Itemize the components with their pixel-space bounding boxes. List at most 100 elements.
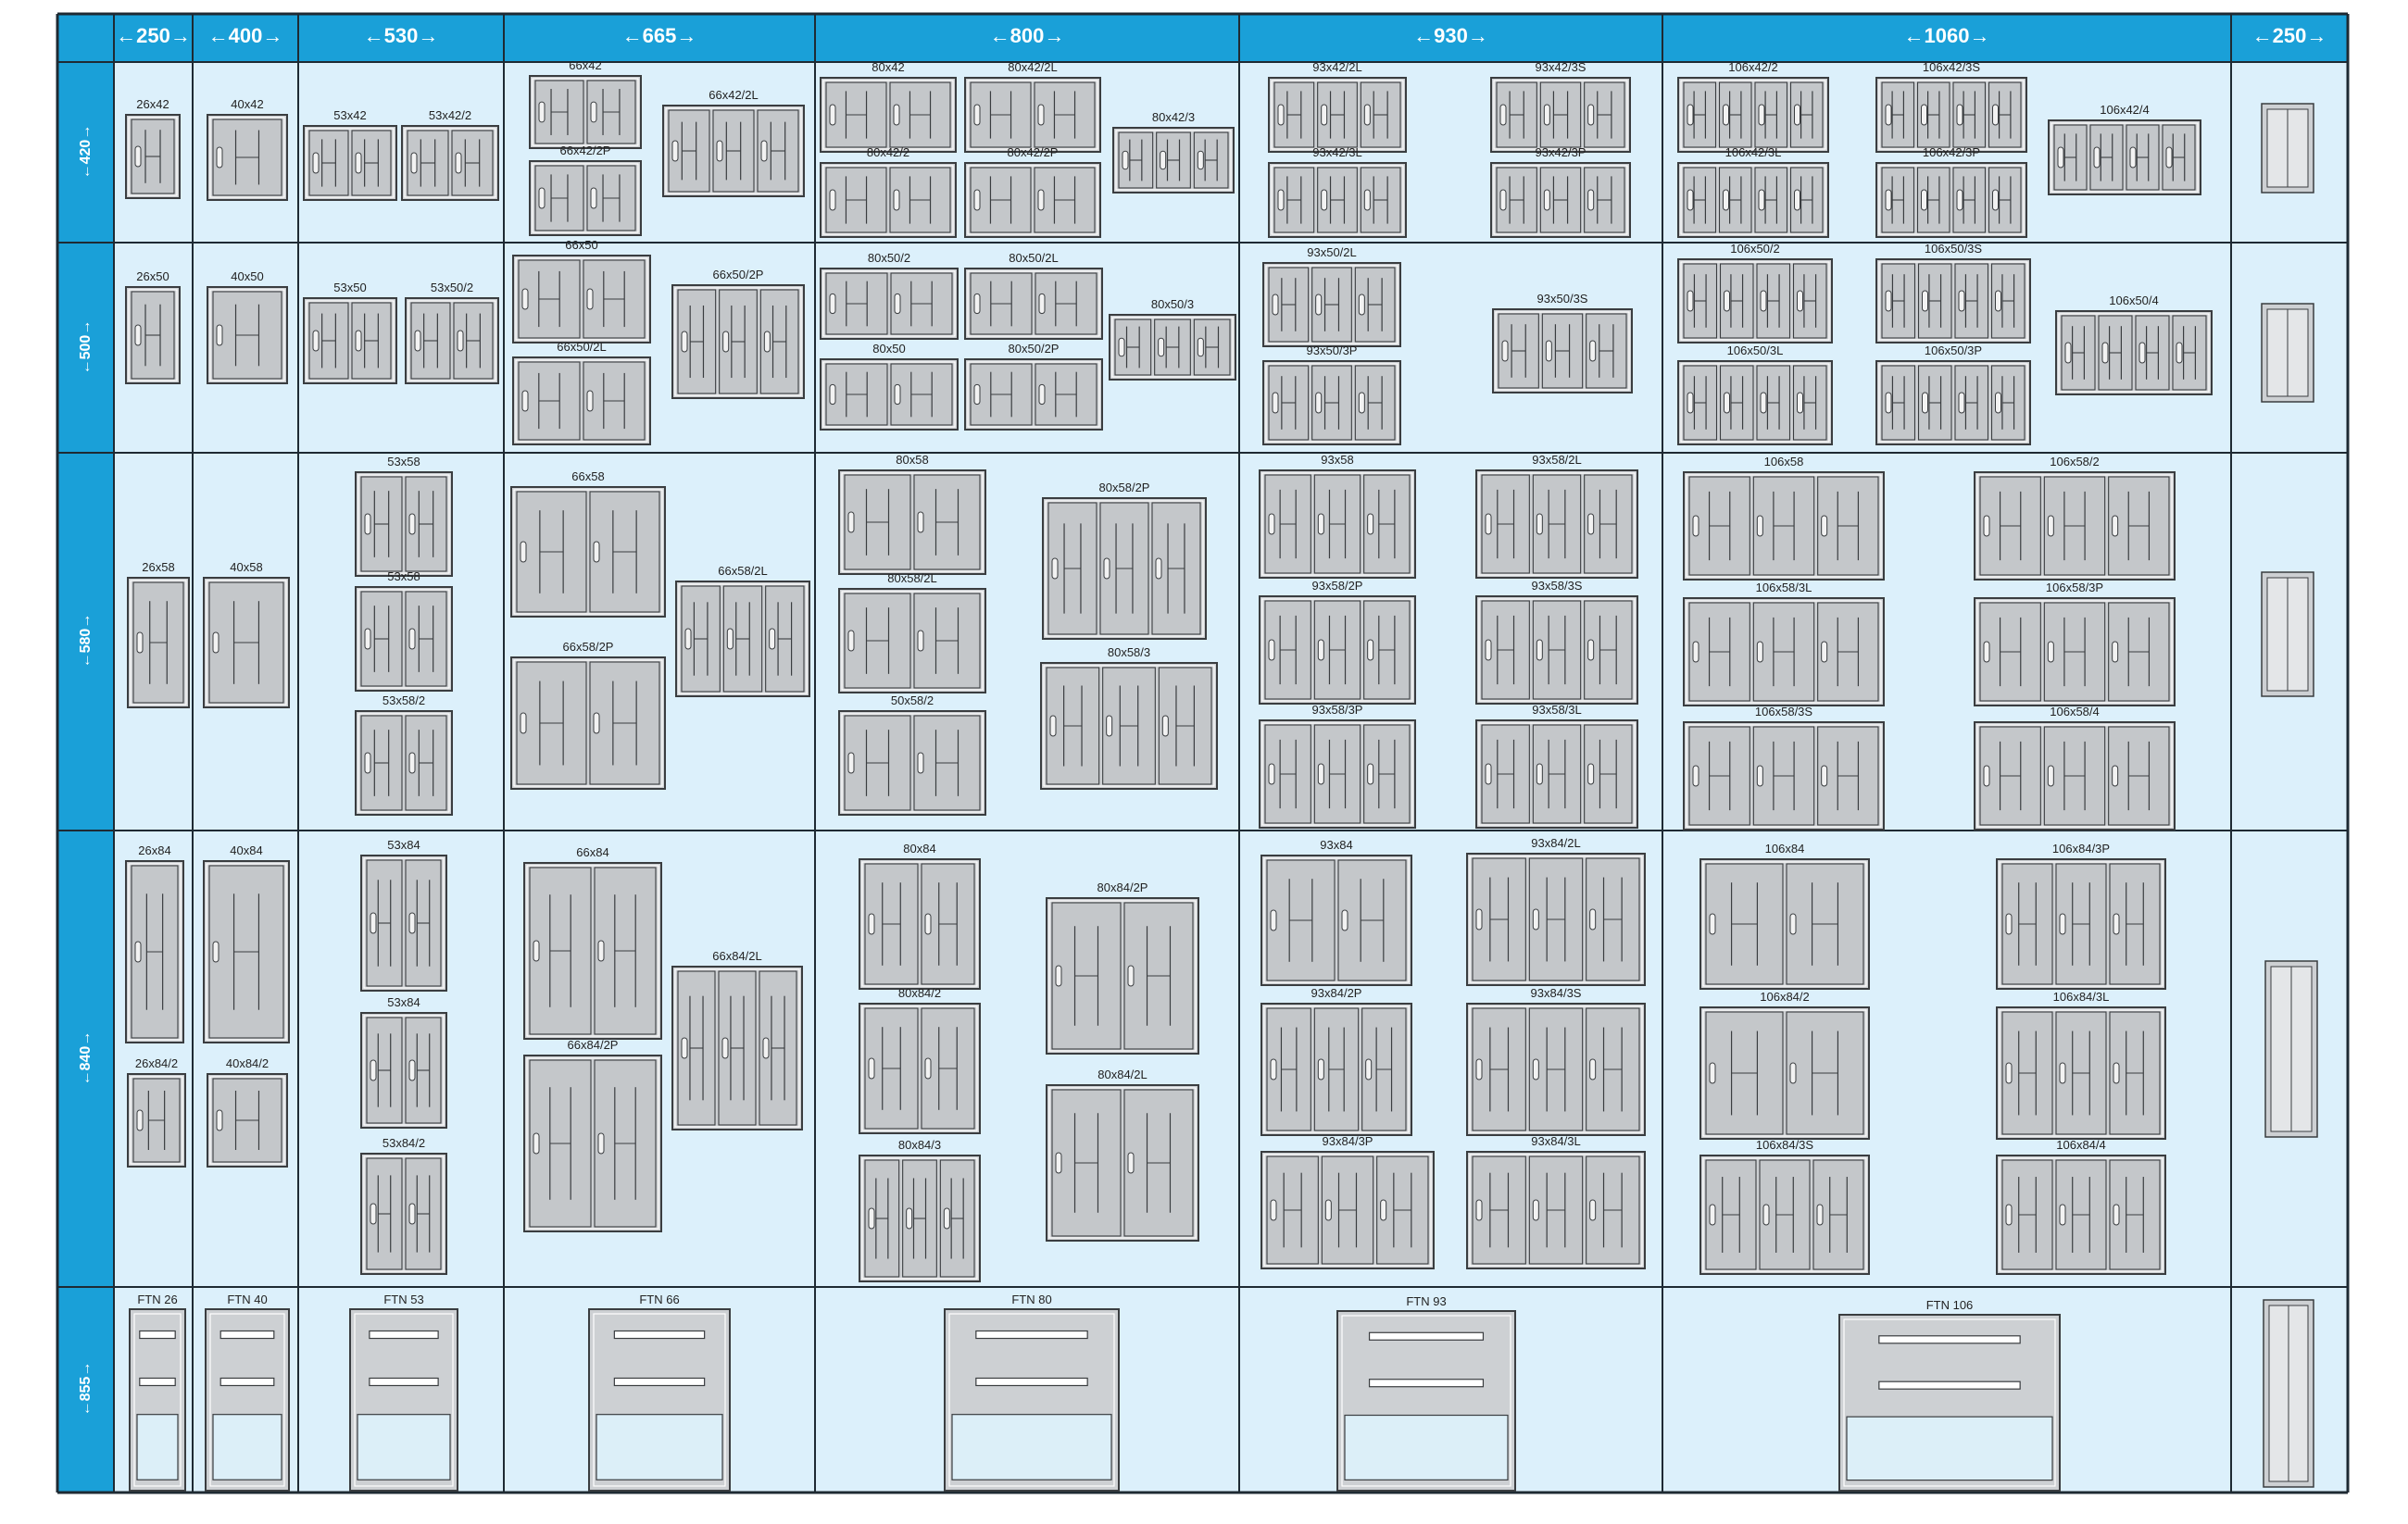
size-label: 106x84/2 — [1760, 990, 1810, 1004]
enclosure-drawing — [1683, 597, 1885, 706]
enclosure-drawing — [355, 586, 453, 692]
size-label: 80x84/2L — [1097, 1068, 1148, 1081]
width-header-3: ←665→ — [621, 24, 697, 47]
enclosure-drawing — [523, 862, 662, 1040]
size-label: 26x58 — [142, 560, 175, 574]
enclosure-drawing — [529, 75, 642, 149]
width-header-5: ←930→ — [1413, 24, 1488, 47]
size-label: 80x58/2P — [1098, 481, 1150, 494]
size-label: 106x58/3P — [2045, 581, 2104, 594]
enclosure-drawing — [2048, 119, 2201, 195]
height-header-4: ←855→ — [77, 1361, 94, 1417]
enclosure-drawing — [1875, 360, 2031, 445]
ftn-cabinet-drawing — [349, 1308, 458, 1492]
enclosure-drawing — [510, 656, 666, 790]
enclosure-drawing — [1490, 77, 1631, 153]
enclosure-drawing — [1475, 595, 1638, 705]
size-label: 53x84 — [387, 995, 420, 1009]
size-label: 106x84/3P — [2051, 842, 2111, 856]
enclosure-drawing — [859, 858, 981, 990]
size-label: 80x42/2P — [1007, 145, 1059, 159]
enclosure-size-chart — [56, 12, 2350, 1494]
enclosure-drawing — [207, 114, 288, 201]
size-label: 93x58/2P — [1311, 579, 1363, 593]
enclosure-drawing — [303, 297, 397, 384]
size-label: 93x50/2L — [1307, 245, 1357, 259]
ftn-cabinet-drawing — [1336, 1310, 1516, 1492]
size-label: 40x50 — [231, 269, 264, 283]
size-label: 66x42/2L — [709, 88, 759, 102]
enclosure-drawing — [1699, 1006, 1870, 1140]
width-header-0: ←250→ — [116, 24, 191, 47]
size-label: 53x42 — [333, 108, 367, 122]
size-label: 66x50/2P — [712, 268, 764, 281]
enclosure-drawing — [355, 471, 453, 577]
enclosure-drawing — [1475, 719, 1638, 829]
size-label: FTN 66 — [639, 1293, 680, 1306]
enclosure-drawing — [207, 286, 288, 384]
enclosure-drawing — [1268, 162, 1407, 238]
enclosure-drawing — [1260, 1003, 1412, 1136]
side-panel-drawing — [2261, 303, 2314, 403]
size-label: 66x58/2L — [718, 564, 768, 578]
size-label: 26x84 — [138, 843, 171, 857]
enclosure-drawing — [360, 1153, 447, 1275]
size-label: 93x58/3L — [1532, 703, 1582, 717]
size-label: 106x50/4 — [2109, 294, 2159, 307]
enclosure-drawing — [964, 268, 1103, 340]
ftn-cabinet-drawing — [944, 1308, 1120, 1492]
size-label: 80x58/3 — [1107, 645, 1151, 659]
size-label: 80x42/2 — [866, 145, 910, 159]
enclosure-drawing — [859, 1155, 981, 1282]
size-label: 93x84 — [1320, 838, 1353, 852]
size-label: 26x50 — [136, 269, 169, 283]
enclosure-drawing — [1466, 853, 1646, 986]
enclosure-drawing — [127, 577, 190, 708]
enclosure-drawing — [662, 105, 805, 197]
enclosure-drawing — [1677, 77, 1829, 153]
height-header-bar — [57, 14, 114, 1493]
enclosure-drawing — [303, 125, 397, 201]
side-panel-drawing — [2264, 960, 2318, 1138]
size-label: 80x84/2 — [897, 986, 942, 1000]
enclosure-drawing — [1259, 469, 1416, 579]
side-panel-drawing — [2261, 103, 2314, 194]
enclosure-drawing — [1262, 360, 1401, 445]
enclosure-drawing — [1046, 1084, 1199, 1242]
enclosure-drawing — [838, 588, 986, 693]
size-label: 80x50/2P — [1008, 342, 1060, 356]
enclosure-drawing — [1683, 721, 1885, 831]
height-header-2: ←580→ — [77, 613, 94, 668]
enclosure-drawing — [1996, 1155, 2166, 1275]
enclosure-drawing — [1677, 162, 1829, 238]
enclosure-drawing — [675, 581, 810, 697]
size-label: 53x58 — [387, 569, 420, 583]
size-label: 80x50/2 — [867, 251, 911, 265]
enclosure-drawing — [1974, 471, 2176, 581]
size-label: 93x50/3S — [1536, 292, 1588, 306]
size-label: 40x84/2 — [225, 1056, 270, 1070]
side-panel-drawing — [2261, 571, 2314, 697]
size-label: 66x58 — [571, 469, 605, 483]
size-label: 53x58/2 — [382, 693, 426, 707]
size-label: 53x50/2 — [430, 281, 474, 294]
size-label: 106x58/4 — [2050, 705, 2100, 718]
size-label: 80x50 — [872, 342, 906, 356]
size-label: 66x42 — [569, 58, 602, 72]
size-label: FTN 53 — [383, 1293, 424, 1306]
enclosure-drawing — [125, 860, 184, 1043]
enclosure-drawing — [512, 356, 651, 445]
size-label: 93x58/3P — [1311, 703, 1363, 717]
size-label: 93x84/2P — [1311, 986, 1362, 1000]
size-label: 66x42/2P — [559, 144, 611, 157]
enclosure-drawing — [1112, 127, 1235, 194]
enclosure-drawing — [401, 125, 499, 201]
size-label: 80x50/3 — [1150, 297, 1195, 311]
ftn-cabinet-drawing — [205, 1308, 290, 1492]
enclosure-drawing — [859, 1003, 981, 1134]
size-label: 106x84/4 — [2056, 1138, 2106, 1152]
size-label: 93x84/2L — [1531, 836, 1581, 850]
enclosure-drawing — [2055, 310, 2213, 395]
enclosure-drawing — [964, 358, 1103, 431]
size-label: FTN 93 — [1406, 1294, 1447, 1308]
